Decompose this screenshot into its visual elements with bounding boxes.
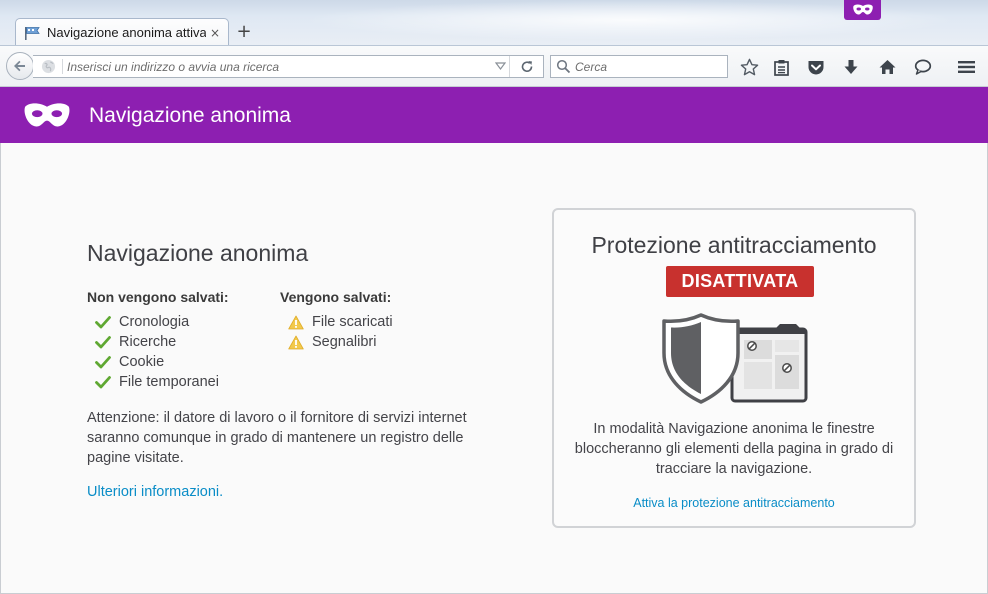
download-icon <box>844 59 858 74</box>
tracking-protection-illustration <box>662 313 808 404</box>
downloads-button[interactable] <box>838 54 864 80</box>
pocket-button[interactable] <box>803 54 829 80</box>
private-browsing-badge <box>844 0 881 20</box>
saved-heading: Vengono salvati: <box>280 289 392 305</box>
url-input[interactable] <box>67 56 487 77</box>
tab-close-button[interactable]: × <box>210 26 220 40</box>
url-separator <box>62 59 63 74</box>
learn-more-link[interactable]: Ulteriori informazioni. <box>87 484 223 500</box>
list-item-not-saved: Cookie <box>95 352 164 372</box>
private-favicon-icon <box>25 26 40 40</box>
list-item-label: File temporanei <box>119 374 219 390</box>
clipboard-icon <box>773 59 789 76</box>
url-bar[interactable] <box>33 55 544 78</box>
chat-button[interactable] <box>910 54 936 80</box>
warning-icon <box>288 315 304 329</box>
header-title: Navigazione anonima <box>89 104 291 127</box>
reload-button[interactable] <box>509 56 543 77</box>
bookmark-button[interactable] <box>736 54 762 80</box>
search-icon <box>556 59 571 74</box>
chevron-down-icon[interactable] <box>495 61 506 71</box>
search-input[interactable] <box>575 56 720 77</box>
pocket-icon <box>808 60 824 74</box>
tracking-protection-description: In modalità Navigazione anonima le fines… <box>574 421 894 477</box>
blocked-page-icon <box>730 324 808 403</box>
tracking-protection-title: Protezione antitracciamento <box>591 232 877 258</box>
status-badge: DISATTIVATA <box>666 266 814 297</box>
list-item-label: Cookie <box>119 354 165 370</box>
menu-button[interactable] <box>953 54 979 80</box>
list-item-label: Cronologia <box>119 314 190 330</box>
new-tab-button[interactable]: + <box>233 19 255 43</box>
hamburger-menu-icon <box>957 61 975 73</box>
warning-icon <box>288 335 304 349</box>
page-title: Navigazione anonima <box>87 240 309 266</box>
search-bar[interactable] <box>550 55 728 78</box>
tracking-protection-card: Protezione antitracciamento DISATTIVATA … <box>552 208 916 528</box>
home-button[interactable] <box>874 54 900 80</box>
check-icon <box>95 336 111 349</box>
warning-paragraph: Attenzione: il datore di lavoro o il for… <box>87 410 467 466</box>
reading-list-button[interactable] <box>768 54 794 80</box>
home-icon <box>879 60 895 74</box>
globe-icon <box>41 59 56 74</box>
navigation-toolbar <box>0 45 988 87</box>
list-item-not-saved: Cronologia <box>95 312 189 332</box>
list-item-saved: Segnalibri <box>288 332 377 352</box>
reload-icon <box>521 60 532 72</box>
chat-bubble-icon <box>914 59 932 75</box>
list-item-label: Ricerche <box>119 334 177 350</box>
private-browsing-header: Navigazione anonima <box>0 87 988 143</box>
not-saved-heading: Non vengono salvati: <box>87 289 229 305</box>
enable-tracking-protection-link[interactable]: Attiva la protezione antitracciamento <box>554 496 914 510</box>
mask-icon <box>852 4 873 15</box>
tab-private-browsing[interactable]: Navigazione anonima attiva × <box>15 18 229 46</box>
back-arrow-icon <box>14 60 25 72</box>
tab-title: Navigazione anonima attiva <box>47 25 206 40</box>
mask-icon <box>24 103 70 127</box>
check-icon <box>95 356 111 369</box>
check-icon <box>95 376 111 389</box>
list-item-label: File scaricati <box>312 314 393 330</box>
list-item-not-saved: File temporanei <box>95 372 219 392</box>
list-item-saved: File scaricati <box>288 312 393 332</box>
check-icon <box>95 316 111 329</box>
list-item-not-saved: Ricerche <box>95 332 176 352</box>
list-item-label: Segnalibri <box>312 334 377 350</box>
shield-icon <box>662 313 740 404</box>
title-bar: Navigazione anonima attiva × + <box>0 0 988 46</box>
back-button[interactable] <box>6 52 34 80</box>
star-icon <box>740 58 758 75</box>
